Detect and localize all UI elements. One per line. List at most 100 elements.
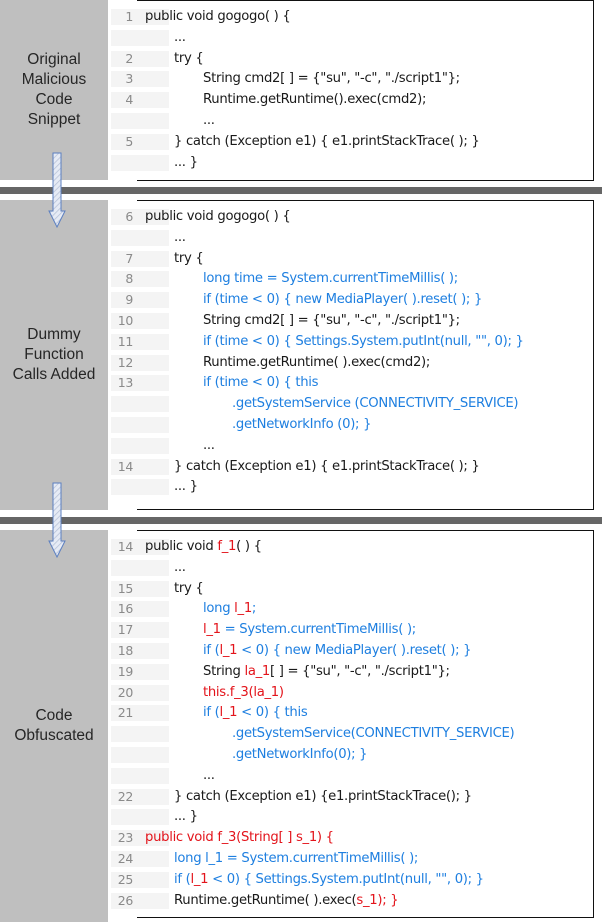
line-number: 3 bbox=[125, 71, 133, 87]
code-token-black: try { bbox=[174, 50, 204, 66]
code-token-black: try { bbox=[174, 250, 204, 266]
code-text: try { bbox=[174, 249, 204, 269]
code-token-black: public void gogogo( ) { bbox=[145, 9, 291, 24]
code-token-black: public void bbox=[145, 539, 218, 554]
code-text: String la_1[ ] = {"su", "-c", "./script1… bbox=[203, 662, 450, 682]
code-token-red: l_1 bbox=[219, 643, 238, 658]
stage-label-text: Original Malicious Code Snippet bbox=[22, 50, 87, 130]
code-text: Runtime.getRuntime( ).exec(cmd2); bbox=[203, 353, 430, 373]
code-token-black: String cmd2[ ] = {"su", "-c", "./script1… bbox=[203, 71, 460, 87]
line-number: 21 bbox=[117, 705, 134, 721]
code-text: ... bbox=[203, 436, 215, 456]
code-line: 10 String cmd2[ ] = {"su", "-c", "./scrip… bbox=[111, 311, 593, 331]
line-number: 1 bbox=[125, 9, 133, 24]
code-line: 7 try { bbox=[111, 249, 593, 269]
code-line: ... bbox=[111, 436, 593, 456]
code-text: } catch (Exception e1) { e1.printStackTr… bbox=[174, 132, 480, 152]
code-line: 16 long l_1; bbox=[111, 599, 593, 619]
line-number: 11 bbox=[117, 333, 134, 349]
code-token-blue: = System.currentTimeMillis( ); bbox=[220, 622, 417, 638]
code-line: ... } bbox=[111, 477, 593, 497]
line-number-gutter bbox=[111, 479, 169, 496]
code-token-red: la_1 bbox=[244, 663, 270, 679]
code-line: 26 Runtime.getRuntime( ).exec(s_1); } bbox=[111, 891, 593, 911]
code-line: .getSystemService(CONNECTIVITY_SERVICE) bbox=[111, 724, 593, 744]
line-number: 6 bbox=[125, 209, 133, 224]
code-token-blue: < 0) { Settings.System.putInt(null, "", … bbox=[208, 871, 484, 887]
code-text: } catch (Exception e1) { e1.printStackTr… bbox=[174, 457, 480, 477]
line-number: 22 bbox=[117, 788, 134, 804]
code-token-black: ... } bbox=[174, 809, 198, 825]
code-token-blue: ; bbox=[251, 601, 257, 617]
code-token-blue: if (time < 0) { this bbox=[203, 375, 319, 391]
code-text: Runtime.getRuntime( ).exec(s_1); } bbox=[174, 891, 399, 911]
code-token-blue: if ( bbox=[174, 871, 191, 887]
line-number: 25 bbox=[117, 871, 134, 887]
code-text: .getSystemService (CONNECTIVITY_SERVICE) bbox=[232, 394, 519, 414]
line-number: 17 bbox=[117, 622, 134, 638]
code-token-red: public void f_3(String[ ] s_1) { bbox=[145, 830, 334, 846]
code-text: ... bbox=[174, 558, 186, 578]
code-token-red: ); } bbox=[377, 892, 399, 908]
code-line: ... bbox=[111, 111, 593, 131]
code-line: 25 if (l_1 < 0) { Settings.System.putInt(… bbox=[111, 870, 593, 890]
code-token-black: } catch (Exception e1) {e1.printStackTra… bbox=[174, 788, 472, 804]
line-number: 18 bbox=[117, 643, 134, 658]
label-line: Original bbox=[27, 51, 81, 68]
code-line: 22 } catch (Exception e1) {e1.printStackT… bbox=[111, 787, 593, 807]
code-token-black: ... } bbox=[174, 154, 198, 170]
line-number: 24 bbox=[117, 851, 134, 866]
code-line: 21 if (l_1 < 0) { this bbox=[111, 703, 593, 723]
code-text: this.f_3(la_1) bbox=[203, 683, 284, 703]
code-line: 18 if (l_1 < 0) { new MediaPlayer( ).rese… bbox=[111, 641, 593, 661]
line-number-gutter bbox=[111, 559, 169, 576]
code-line: 19 String la_1[ ] = {"su", "-c", "./scrip… bbox=[111, 662, 593, 682]
code-line: 6 public void gogogo( ) { bbox=[111, 207, 593, 227]
label-line: Snippet bbox=[27, 111, 81, 128]
code-token-blue: if (time < 0) { new MediaPlayer( ).reset… bbox=[203, 292, 483, 308]
code-line: 11 if (time < 0) { Settings.System.putInt… bbox=[111, 332, 593, 352]
line-number: 10 bbox=[117, 313, 134, 328]
code-text: if (time < 0) { Settings.System.putInt(n… bbox=[203, 332, 524, 352]
label-line: Dummy bbox=[27, 326, 81, 343]
code-text: l_1 = System.currentTimeMillis( ); bbox=[203, 620, 416, 640]
code-text: if (time < 0) { new MediaPlayer( ).reset… bbox=[203, 290, 482, 310]
code-text: Runtime.getRuntime().exec(cmd2); bbox=[203, 90, 426, 110]
line-number-gutter bbox=[111, 29, 169, 46]
code-token-black: ... bbox=[203, 113, 215, 128]
code-text: ... bbox=[174, 228, 186, 248]
code-line: 9 if (time < 0) { new MediaPlayer( ).rese… bbox=[111, 290, 593, 310]
code-line: 2 try { bbox=[111, 49, 593, 69]
code-text: long l_1 = System.currentTimeMillis( ); bbox=[174, 849, 418, 869]
line-number: 12 bbox=[117, 354, 134, 370]
code-token-blue: .getNetworkInfo(0); } bbox=[232, 747, 368, 762]
code-text: ... bbox=[203, 111, 215, 131]
code-line: 14 public void f_1( ) { bbox=[111, 537, 593, 557]
line-number: 20 bbox=[117, 684, 134, 700]
line-number: 7 bbox=[125, 250, 133, 266]
line-number-gutter bbox=[111, 747, 169, 763]
label-line: Code bbox=[35, 707, 73, 724]
code-line: 14} catch (Exception e1) { e1.printStack… bbox=[111, 457, 593, 477]
code-line: .getSystemService (CONNECTIVITY_SERVICE) bbox=[111, 394, 593, 414]
code-line: .getNetworkInfo(0); } bbox=[111, 745, 593, 765]
line-number-gutter bbox=[111, 113, 169, 129]
code-token-black: public void gogogo( ) { bbox=[145, 209, 291, 224]
code-token-black: ( ) { bbox=[236, 539, 262, 554]
separator-bar bbox=[0, 517, 602, 524]
line-number-gutter bbox=[111, 767, 169, 784]
down-arrow-icon bbox=[48, 482, 66, 558]
code-token-black: Runtime.getRuntime( ).exec(cmd2); bbox=[203, 354, 431, 370]
code-line: 4 Runtime.getRuntime().exec(cmd2); bbox=[111, 90, 593, 110]
code-text: .getNetworkInfo(0); } bbox=[232, 745, 368, 765]
code-line: 17 l_1 = System.currentTimeMillis( ); bbox=[111, 620, 593, 640]
code-token-red: this.f_3(la_1) bbox=[203, 684, 284, 700]
code-token-blue: if ( bbox=[203, 643, 220, 658]
line-number-gutter bbox=[111, 154, 169, 171]
line-number: 26 bbox=[117, 892, 134, 908]
code-line: 13 if (time < 0) { this bbox=[111, 373, 593, 393]
line-number-gutter bbox=[111, 417, 169, 433]
code-line: 24 long l_1 = System.currentTimeMillis( )… bbox=[111, 849, 593, 869]
line-number: 4 bbox=[125, 92, 133, 108]
code-line: ... } bbox=[111, 807, 593, 827]
